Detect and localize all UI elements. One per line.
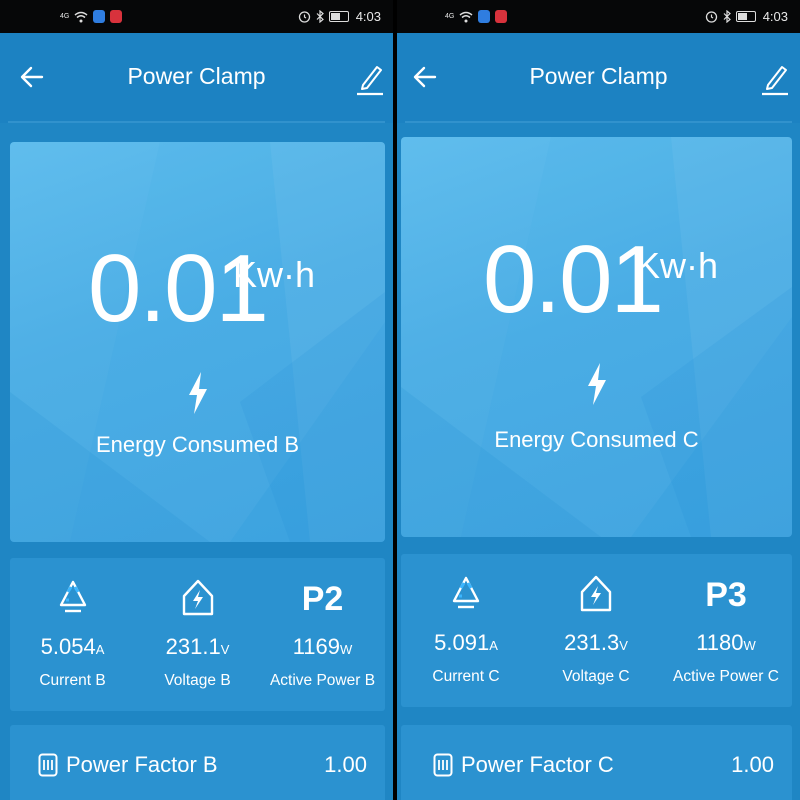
status-icons-right: 4:03 <box>705 9 788 24</box>
energy-unit: Kw·h <box>233 254 316 295</box>
metric-value: 231.3V <box>564 630 628 655</box>
phone-screen-b: 4G 4:03 Power Clamp 0.01 Kw·h Energy Con… <box>0 0 393 800</box>
power-factor-card[interactable]: Power Factor C 1.00 <box>401 725 792 800</box>
power-factor-value: 1.00 <box>731 752 774 777</box>
energy-card: 0.01 Kw·h Energy Consumed C <box>401 137 792 537</box>
battery-icon <box>328 11 349 22</box>
phase-code: P2 <box>301 580 344 618</box>
divider <box>8 121 385 123</box>
card-background-pattern <box>401 137 792 537</box>
metric-value: 1180W <box>696 630 756 655</box>
divider <box>405 121 792 123</box>
status-bar: 4G 4:03 <box>0 0 393 33</box>
edit-pencil-icon[interactable] <box>355 61 385 97</box>
metric-active-power: P3 1180W Active Power C <box>661 554 791 707</box>
page-title: Power Clamp <box>529 63 668 89</box>
energy-label: Energy Consumed C <box>494 427 699 452</box>
metric-value: 5.091A <box>434 630 498 655</box>
metrics-card: 5.054A Current B 231.1V Voltage B P2 116… <box>10 558 385 711</box>
app-bar: Power Clamp <box>0 33 393 123</box>
metric-active-power: P2 1169W Active Power B <box>260 558 385 711</box>
metric-label: Active Power C <box>673 668 779 685</box>
app-notification-icon <box>478 10 491 23</box>
wifi-icon <box>459 11 473 22</box>
page-title: Power Clamp <box>127 63 266 89</box>
bluetooth-icon <box>316 10 324 23</box>
metric-label: Active Power B <box>269 672 376 689</box>
metrics-card: 5.091A Current C 231.3V Voltage C P3 118… <box>401 554 792 707</box>
lightning-bolt-icon <box>588 363 606 405</box>
energy-label: Energy Consumed B <box>96 432 299 457</box>
app-notification-icon <box>110 10 123 23</box>
edit-pencil-icon[interactable] <box>760 61 790 97</box>
metric-voltage: 231.1V Voltage B <box>135 558 260 711</box>
network-type: 4G <box>445 13 455 20</box>
status-time: 4:03 <box>355 9 381 24</box>
power-factor-card[interactable]: Power Factor B 1.00 <box>10 725 385 800</box>
power-factor-label: Power Factor B <box>66 752 218 777</box>
metric-label: Voltage C <box>562 668 630 685</box>
recycle-icon <box>452 576 480 609</box>
metric-label: Voltage B <box>164 672 231 689</box>
status-icons-right: 4:03 <box>298 9 381 24</box>
metric-current: 5.091A Current C <box>401 554 531 707</box>
alarm-icon <box>298 11 310 23</box>
power-factor-value: 1.00 <box>324 752 367 777</box>
status-icons-left: 4G <box>60 10 123 23</box>
battery-icon <box>735 11 756 22</box>
lightning-bolt-icon <box>189 372 207 414</box>
metric-label: Current B <box>39 672 106 689</box>
energy-card: 0.01 Kw·h Energy Consumed B <box>10 142 385 542</box>
power-factor-label: Power Factor C <box>461 752 614 777</box>
metric-value: 231.1V <box>165 634 230 659</box>
app-bar: Power Clamp <box>397 33 800 123</box>
meter-icon <box>38 753 58 777</box>
metric-current: 5.054A Current B <box>10 558 135 711</box>
house-bolt-icon <box>580 575 612 612</box>
house-bolt-icon <box>182 579 213 616</box>
network-type: 4G <box>60 13 70 20</box>
phone-screen-c: 4G 4:03 Power Clamp 0.01 Kw·h Energy Con… <box>397 0 800 800</box>
bluetooth-icon <box>723 10 731 23</box>
status-time: 4:03 <box>762 9 788 24</box>
recycle-icon <box>59 580 86 613</box>
status-icons-left: 4G <box>445 10 508 23</box>
alarm-icon <box>705 11 717 23</box>
metric-label: Current C <box>432 668 500 685</box>
energy-unit: Kw·h <box>636 245 719 286</box>
app-notification-icon <box>93 10 106 23</box>
app-notification-icon <box>495 10 508 23</box>
phase-code: P3 <box>705 576 747 614</box>
status-bar: 4G 4:03 <box>397 0 800 33</box>
metric-voltage: 231.3V Voltage C <box>531 554 661 707</box>
metric-value: 1169W <box>292 634 353 659</box>
wifi-icon <box>74 11 88 22</box>
metric-value: 5.054A <box>40 634 105 659</box>
meter-icon <box>433 753 453 777</box>
